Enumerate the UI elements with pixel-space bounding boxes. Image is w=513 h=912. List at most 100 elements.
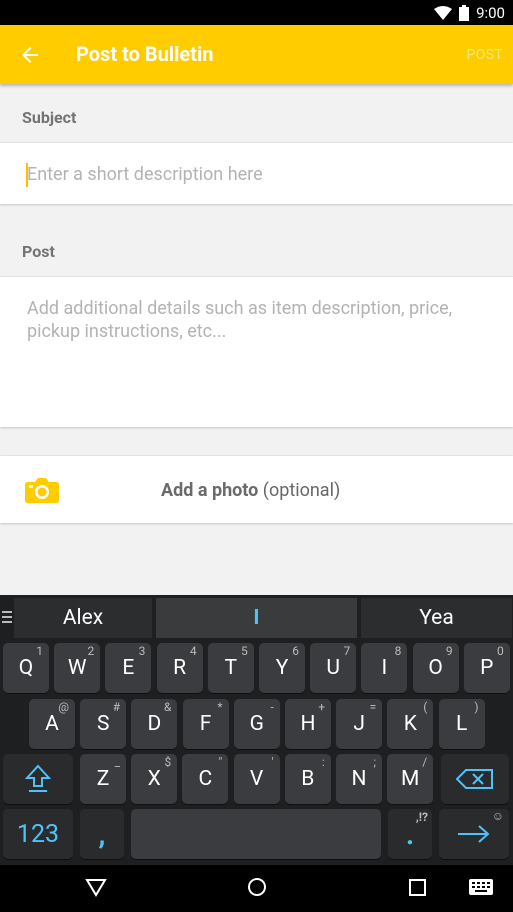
key-label: D [147, 712, 162, 736]
emoji-icon: ☺ [491, 809, 504, 823]
status-bar: 9:00 [0, 0, 513, 25]
period-label: . [405, 817, 415, 851]
key-h[interactable]: H + [285, 699, 331, 749]
key-e[interactable]: E3 [105, 643, 152, 693]
key-label: S [96, 712, 110, 736]
key-n[interactable]: N; [336, 754, 382, 804]
enter-key[interactable]: ☺ [439, 809, 509, 859]
page-title: Post to Bulletin [76, 42, 214, 66]
post-label: Post [22, 242, 55, 261]
key-label: P [480, 656, 494, 680]
key-secondary-label: 7 [343, 644, 351, 658]
key-secondary-label: 0 [497, 644, 504, 658]
key-secondary-label: 4 [189, 644, 197, 658]
key-k[interactable]: K( [387, 699, 434, 749]
key-l[interactable]: L) [438, 699, 485, 749]
add-photo-label: Add a photo (optional) [161, 480, 340, 501]
key-y[interactable]: Y6 [259, 643, 305, 693]
suggestion-left[interactable]: Alex [14, 598, 152, 638]
key-label: Y [275, 656, 289, 680]
back-arrow-icon[interactable] [18, 43, 42, 67]
key-secondary-label: ; [373, 755, 376, 769]
key-i[interactable]: I8 [361, 643, 408, 693]
wifi-icon [434, 5, 453, 20]
key-secondary-label: + [318, 700, 325, 714]
key-secondary-label: ) [474, 700, 479, 714]
space-key[interactable] [131, 809, 381, 859]
key-a[interactable]: A @ [29, 699, 75, 749]
key-label: B [301, 767, 315, 791]
period-key[interactable]: . ,!? [388, 809, 432, 859]
key-secondary-label: 6 [292, 644, 299, 658]
subject-placeholder: Enter a short description here [27, 164, 263, 185]
key-secondary-label: 1 [36, 644, 43, 658]
key-label: C [198, 767, 213, 791]
home-icon[interactable] [246, 876, 268, 898]
key-secondary-label: 5 [241, 644, 248, 658]
subject-label: Subject [22, 108, 77, 127]
suggestion-middle[interactable]: I [156, 598, 357, 638]
key-secondary-label: = [369, 700, 377, 714]
key-label: T [224, 656, 238, 680]
menu-icon[interactable] [2, 610, 12, 624]
key-label: R [173, 656, 187, 680]
key-label: K [403, 712, 417, 736]
key-label: A [45, 712, 59, 736]
key-x[interactable]: X $ [131, 754, 178, 804]
key-w[interactable]: W2 [54, 643, 101, 693]
shift-key[interactable] [3, 754, 73, 804]
backspace-key[interactable] [441, 754, 509, 804]
key-p[interactable]: P0 [463, 643, 510, 693]
key-label: F [199, 712, 212, 736]
key-s[interactable]: S # [80, 699, 127, 749]
key-r[interactable]: R4 [156, 643, 203, 693]
key-f[interactable]: F * [182, 699, 229, 749]
key-label: U [326, 656, 340, 680]
key-b[interactable]: B: [284, 754, 331, 804]
key-u[interactable]: U7 [310, 643, 357, 693]
key-secondary-label: @ [58, 700, 69, 714]
key-label: M [401, 767, 420, 791]
key-secondary-label: # [112, 700, 121, 714]
app-bar: Post to Bulletin POST [0, 25, 513, 84]
key-secondary-label: 2 [87, 644, 95, 658]
back-nav-icon[interactable] [85, 876, 107, 898]
key-q[interactable]: Q1 [3, 643, 49, 693]
key-secondary-label: ( [423, 700, 428, 714]
key-c[interactable]: C " [182, 754, 229, 804]
arrow-right-icon [458, 825, 490, 843]
status-time: 9:00 [476, 4, 505, 22]
key-t[interactable]: T5 [207, 643, 254, 693]
key-secondary-label: : [321, 755, 325, 769]
key-d[interactable]: D & [131, 699, 178, 749]
key-secondary-label: & [163, 700, 172, 714]
key-z[interactable]: Z _ [80, 754, 126, 804]
add-photo-text: Add a photo [161, 480, 259, 501]
key-label: L [455, 712, 468, 736]
key-secondary-label: _ [114, 755, 120, 769]
recents-icon[interactable] [407, 876, 429, 898]
key-label: J [353, 712, 365, 736]
comma-key[interactable]: , [80, 809, 124, 859]
numbers-key[interactable]: 123 [3, 809, 73, 859]
battery-icon [459, 5, 470, 21]
key-secondary-label: 8 [394, 644, 402, 658]
camera-icon[interactable] [25, 477, 59, 503]
key-label: H [300, 712, 316, 736]
key-label: Q [18, 656, 34, 680]
key-secondary-label: " [218, 755, 223, 769]
key-g[interactable]: G- [233, 699, 280, 749]
key-label: E [122, 656, 135, 680]
key-label: O [428, 656, 443, 680]
post-button[interactable]: POST [467, 47, 503, 63]
key-j[interactable]: J = [336, 699, 383, 749]
keyboard-switch-icon[interactable] [469, 879, 493, 895]
suggestion-right[interactable]: Yea [361, 598, 512, 638]
key-label: X [147, 767, 161, 791]
key-m[interactable]: M / [387, 754, 434, 804]
key-o[interactable]: O9 [412, 643, 459, 693]
key-secondary-label: ' [271, 755, 274, 769]
key-v[interactable]: V ' [233, 754, 280, 804]
period-alt-label: ,!? [415, 810, 428, 824]
key-label: N [351, 767, 367, 791]
